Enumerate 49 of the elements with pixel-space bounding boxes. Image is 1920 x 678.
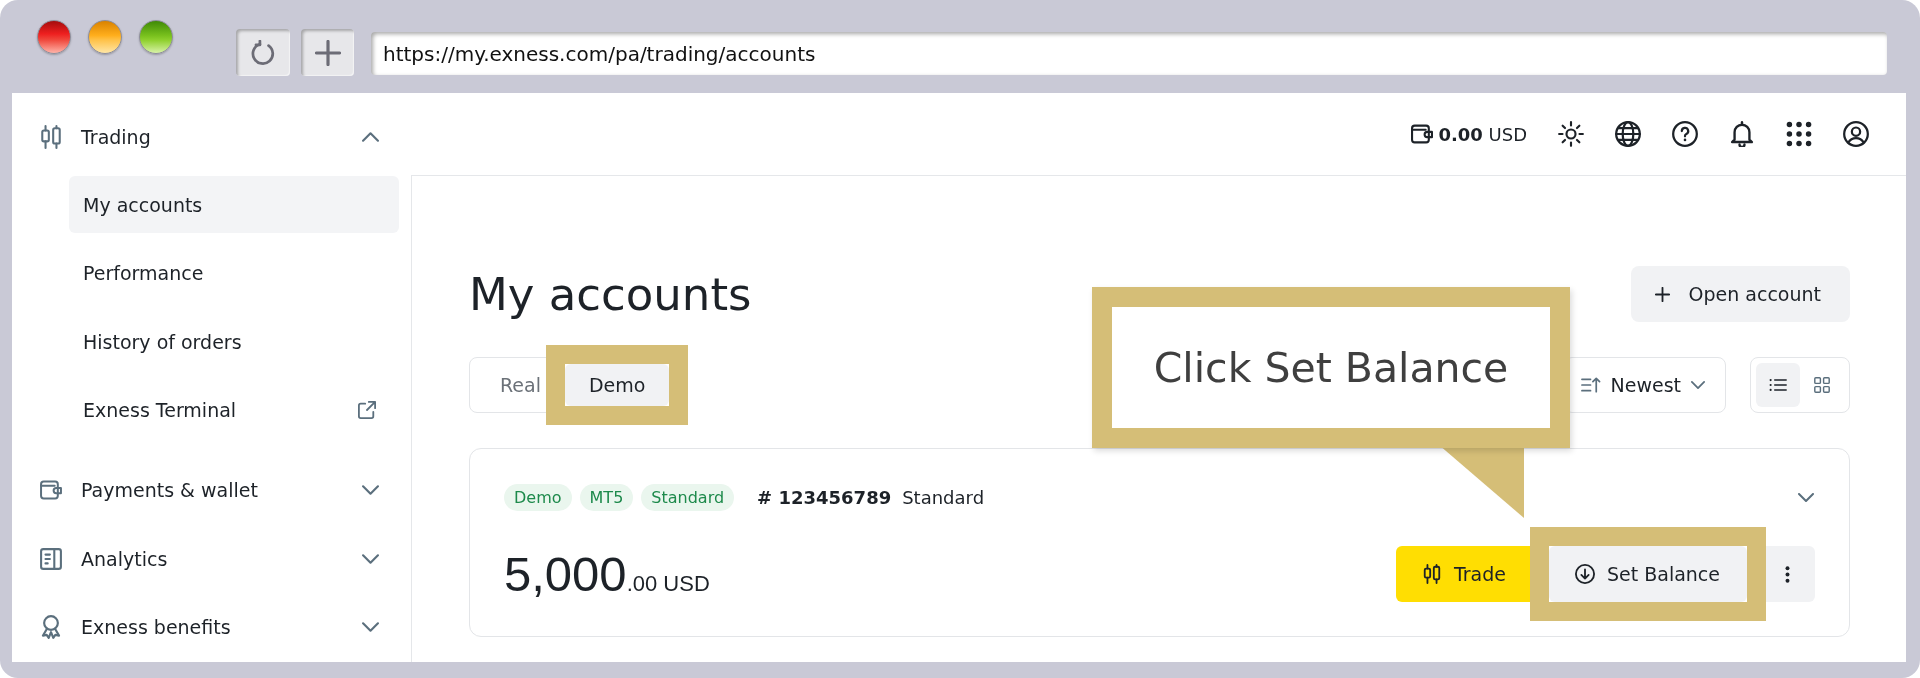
account-tag: Standard: [641, 484, 735, 511]
chevron-down-icon[interactable]: [1798, 493, 1814, 502]
help-icon[interactable]: [1672, 121, 1698, 147]
arrow-down-circle-icon: [1574, 564, 1595, 584]
report-icon: [40, 546, 62, 571]
user-icon[interactable]: [1843, 121, 1869, 147]
sidebar-item[interactable]: Exness Terminal: [69, 381, 399, 439]
window-zoom-button[interactable]: [139, 20, 173, 54]
grid-icon: [1813, 377, 1831, 393]
list-view-button[interactable]: [1756, 363, 1800, 407]
more-vertical-icon: [1785, 565, 1790, 583]
sidebar-item[interactable]: My accounts: [69, 176, 399, 233]
list-icon: [1769, 377, 1787, 393]
new-tab-button[interactable]: [301, 29, 354, 76]
sort-icon: [1580, 377, 1601, 393]
address-field[interactable]: https://my.exness.com/pa/trading/accounts: [371, 32, 1887, 75]
account-type-tab[interactable]: Real: [476, 364, 565, 406]
chevron-down-icon: [1691, 381, 1705, 389]
sidebar-section[interactable]: Analytics: [40, 530, 399, 587]
open-account-button[interactable]: Open account: [1630, 266, 1850, 322]
sidebar-item[interactable]: History of orders: [69, 313, 399, 370]
account-tag: MT5: [579, 484, 634, 511]
app-grid-icon[interactable]: [1786, 121, 1812, 147]
account-type-tab[interactable]: Demo: [564, 364, 670, 406]
award-icon: [40, 615, 62, 639]
account-balance: 5,000.00 USD: [504, 546, 710, 602]
wallet-icon: [40, 478, 62, 502]
plus-icon: [314, 39, 341, 66]
bell-icon[interactable]: [1729, 121, 1755, 147]
wallet-balance: 0.00 USD: [1438, 123, 1527, 145]
sidebar-item[interactable]: Performance: [69, 244, 399, 302]
plus-icon: [1654, 286, 1670, 302]
candlestick-icon: [1421, 564, 1442, 584]
page-title: My accounts: [469, 267, 752, 321]
reload-button[interactable]: [236, 29, 290, 76]
reload-icon: [250, 39, 276, 66]
sidebar-section[interactable]: Payments & wallet: [40, 461, 399, 519]
wallet-icon: [1411, 124, 1434, 144]
sun-icon[interactable]: [1558, 121, 1584, 147]
sidebar-section[interactable]: Trading: [40, 108, 399, 165]
set-balance-button[interactable]: Set Balance: [1548, 546, 1747, 602]
account-tag: Demo: [504, 484, 572, 511]
candlestick-icon: [40, 124, 62, 149]
globe-icon[interactable]: [1615, 121, 1641, 147]
account-type-label: Standard: [902, 487, 985, 508]
account-number: # 123456789: [757, 487, 892, 508]
window-close-button[interactable]: [37, 20, 71, 54]
callout-tooltip: Click Set Balance: [1092, 287, 1570, 448]
sidebar-section[interactable]: Exness benefits: [40, 598, 399, 656]
